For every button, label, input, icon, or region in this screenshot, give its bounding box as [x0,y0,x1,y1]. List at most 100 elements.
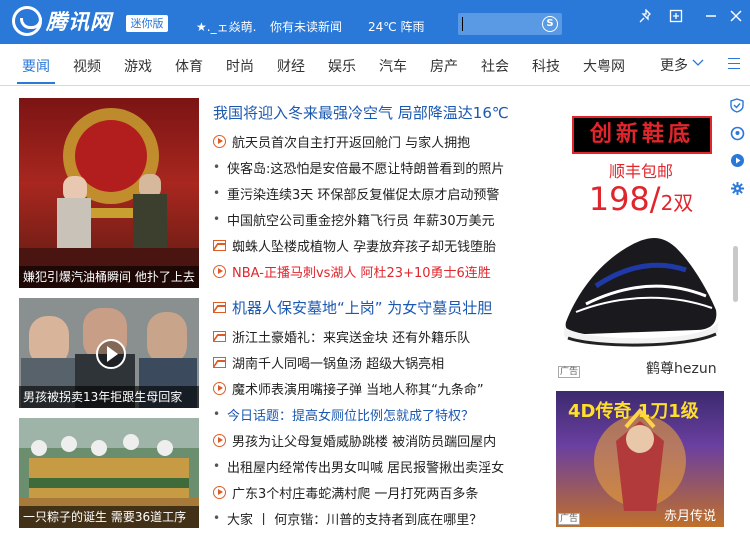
search-icon[interactable]: S [542,16,558,32]
shoe-ad-banner: 创新鞋底 [572,116,712,154]
price-value: 198/ [588,180,661,218]
photo-news-2-caption: 男孩被拐卖13年拒跟生母回家 [19,386,199,408]
news-title: 侠客岛:这恐怕是安倍最不愿让特朗普看到的照片 [227,161,505,177]
game-ad-title: 4D传奇 1刀1级 [568,401,699,422]
logo-text: 腾讯网 [46,10,112,34]
username[interactable]: ★._ェ焱萌. [196,18,256,35]
news-title: NBA-正播马刺vs湖人 阿杜23+10勇士6连胜 [232,265,491,281]
news-item[interactable]: • 侠客岛:这恐怕是安倍最不愿让特朗普看到的照片 [213,154,504,180]
tab-society[interactable]: 社会 [481,56,509,76]
video-play-icon [213,134,226,148]
video-play-icon [213,381,226,395]
shoe-ad-price: 198/2双 [570,180,712,218]
news-item[interactable]: • 大家 丨 何京锴：川普的支持者到底在哪里？ [213,505,482,531]
tab-tech[interactable]: 科技 [532,56,560,76]
news-item[interactable]: 男孩为让父母复婚威胁跳楼 被消防员踹回屋内 [213,427,496,453]
ad-label: 广告 [558,366,580,378]
scrollbar[interactable] [733,246,738,302]
mini-version-badge[interactable]: 迷你版 [126,15,168,32]
news-title: 航天员首次自主打开返回舱门 与家人拥抱 [232,135,471,151]
tab-dayue[interactable]: 大粤网 [583,56,625,76]
photo-news-1-caption: 嫌犯引爆汽油桶瞬间 他扑了上去 [19,266,199,288]
news-item[interactable]: • 中国航空公司重金挖外籍飞行员 年薪30万美元 [213,206,495,232]
close-icon[interactable] [726,6,746,26]
shield-icon[interactable] [729,97,745,113]
qq-icon[interactable] [729,125,745,141]
tab-news[interactable]: 要闻 [22,56,50,76]
news-title: 我国将迎入冬来最强冷空气 局部降温达16℃ [213,103,509,122]
video-play-icon [213,433,226,447]
bullet-icon: • [213,407,221,421]
news-title: 出租屋内经常传出男女叫喊 居民报警揪出卖淫女 [227,460,505,476]
minimize-icon[interactable] [701,6,721,26]
photo-news-3[interactable]: 一只粽子的诞生 需要36道工序 [19,418,199,528]
news-title: 魔术师表演用嘴接子弹 当地人称其“九条命” [232,382,484,398]
news-title: 大家 丨 何京锴：川普的支持者到底在哪里？ [227,512,483,528]
title-bar: 腾讯网 迷你版 ★._ェ焱萌. 你有未读新闻 24℃ 阵雨 S [0,0,750,44]
category-nav: 要闻 视频 游戏 体育 时尚 财经 娱乐 汽车 房产 社会 科技 大粤网 更多 [0,44,750,86]
tab-finance[interactable]: 财经 [277,56,305,76]
photo-news-3-caption: 一只粽子的诞生 需要36道工序 [19,506,199,528]
news-headline-1[interactable]: 我国将迎入冬来最强冷空气 局部降温达16℃ [213,99,509,125]
gear-icon[interactable] [729,180,745,196]
news-item[interactable]: 蜘蛛人坠楼成植物人 孕妻放弃孩子却无钱堕胎 [213,232,496,258]
chevron-down-icon[interactable] [692,56,704,71]
news-item[interactable]: 广东3个村庄毒蛇满村爬 一月打死两百多条 [213,479,478,505]
weather[interactable]: 24℃ 阵雨 [368,18,425,35]
news-title: 重污染连续3天 环保部反复催促太原才启动预警 [227,187,500,203]
shoe-ad-shipping: 顺丰包邮 [608,162,673,181]
news-item[interactable]: • 重污染连续3天 环保部反复催促太原才启动预警 [213,180,499,206]
unread-news-link[interactable]: 你有未读新闻 [270,18,342,35]
bullet-icon: • [213,160,221,174]
tab-realestate[interactable]: 房产 [430,56,458,76]
game-ad[interactable]: 4D传奇 1刀1级 广告 赤月传说 [556,391,724,527]
news-headline-2[interactable]: 机器人保安墓地“上岗” 为女守墓员壮胆 [213,294,492,320]
news-title: 湖南千人同喝一锅鱼汤 超级大锅亮相 [232,356,445,372]
more-menu[interactable]: 更多 [660,55,688,75]
bullet-icon: • [213,212,221,226]
photo-news-2[interactable]: 男孩被拐卖13年拒跟生母回家 [19,298,199,408]
price-unit: 2双 [660,191,694,215]
image-icon [213,239,226,251]
news-title: 广东3个村庄毒蛇满村爬 一月打死两百多条 [232,486,479,502]
tab-sports[interactable]: 体育 [175,56,203,76]
video-play-icon [213,264,226,278]
tencent-logo[interactable]: 腾讯网 [12,6,112,36]
news-item[interactable]: 浙江土豪婚礼：来宾送金块 还有外籍乐队 [213,323,470,349]
news-title: 蜘蛛人坠楼成植物人 孕妻放弃孩子却无钱堕胎 [232,239,497,255]
ad-label: 广告 [558,513,580,525]
pin-icon[interactable] [636,6,656,26]
photo-news-1-image [19,108,199,288]
menu-icon[interactable] [728,58,740,73]
game-ad-caption: 赤月传说 [663,509,716,524]
image-icon [213,356,226,368]
news-item-topic[interactable]: • 今日话题：提高女厕位比例怎就成了特权？ [213,401,474,427]
active-tab-indicator [17,82,55,84]
tab-fashion[interactable]: 时尚 [226,56,254,76]
video-play-icon [213,485,226,499]
bullet-icon: • [213,459,221,473]
shoe-ad-brand: 鹤尊hezun [646,361,717,377]
news-item[interactable]: 航天员首次自主打开返回舱门 与家人拥抱 [213,128,470,154]
shoe-image [564,237,718,347]
tab-auto[interactable]: 汽车 [379,56,407,76]
tab-video[interactable]: 视频 [73,56,101,76]
news-item[interactable]: 湖南千人同喝一锅鱼汤 超级大锅亮相 [213,349,444,375]
news-item[interactable]: • 出租屋内经常传出男女叫喊 居民报警揪出卖淫女 [213,453,504,479]
photo-news-1[interactable]: 嫌犯引爆汽油桶瞬间 他扑了上去 [19,98,199,288]
tencent-logo-icon [12,6,42,36]
tab-games[interactable]: 游戏 [124,56,152,76]
image-icon [213,330,226,342]
new-window-icon[interactable] [666,6,686,26]
news-item-live[interactable]: NBA-正播马刺vs湖人 阿杜23+10勇士6连胜 [213,258,491,284]
bullet-icon: • [213,511,221,525]
news-item[interactable]: 魔术师表演用嘴接子弹 当地人称其“九条命” [213,375,484,401]
search-input[interactable]: S [458,13,562,35]
news-title: 中国航空公司重金挖外籍飞行员 年薪30万美元 [227,213,495,229]
news-title: 机器人保安墓地“上岗” 为女守墓员壮胆 [232,298,493,317]
news-title: 男孩为让父母复婚威胁跳楼 被消防员踹回屋内 [232,434,497,450]
video-play-icon[interactable] [729,152,745,168]
tab-entertainment[interactable]: 娱乐 [328,56,356,76]
image-icon [213,301,226,313]
text-caret [462,17,463,31]
